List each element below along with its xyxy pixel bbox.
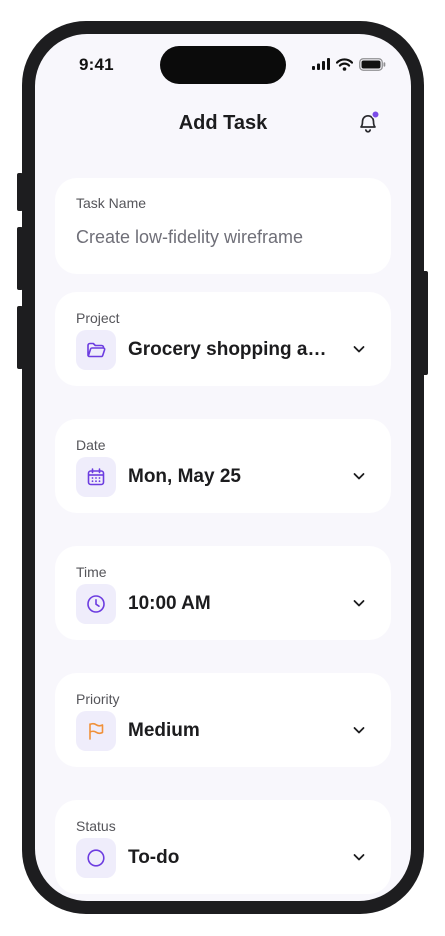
priority-label: Priority	[76, 691, 120, 707]
priority-icon-box	[76, 711, 116, 751]
time-icon-box	[76, 584, 116, 624]
project-value: Grocery shopping ap...	[128, 339, 333, 360]
priority-value: Medium	[128, 720, 200, 741]
chevron-down-icon[interactable]	[351, 722, 367, 738]
chevron-down-icon[interactable]	[351, 595, 367, 611]
project-card[interactable]: Project Grocery shopping ap...	[55, 292, 391, 386]
status-icons	[312, 57, 386, 71]
flag-icon	[89, 722, 104, 740]
status-time: 9:41	[79, 55, 114, 74]
dynamic-island	[160, 46, 286, 84]
time-card[interactable]: Time 10:00 AM	[55, 546, 391, 640]
chevron-down-icon[interactable]	[351, 849, 367, 865]
wifi-icon	[336, 57, 353, 71]
circle-icon	[87, 849, 105, 867]
header: Add Task	[35, 104, 411, 144]
chevron-down-icon[interactable]	[351, 341, 367, 357]
clock-icon	[87, 595, 105, 613]
phone-frame: 9:41 Add Task Task Name Create low-fidel…	[22, 21, 424, 914]
status-card[interactable]: Status To-do	[55, 800, 391, 894]
project-label: Project	[76, 310, 120, 326]
calendar-icon	[87, 468, 105, 486]
status-label: Status	[76, 818, 116, 834]
priority-card[interactable]: Priority Medium	[55, 673, 391, 767]
screen: 9:41 Add Task Task Name Create low-fidel…	[35, 34, 411, 901]
task-name-label: Task Name	[76, 195, 147, 211]
date-icon-box	[76, 457, 116, 497]
status-value: To-do	[128, 847, 180, 868]
notification-bell-icon[interactable]	[355, 110, 381, 136]
project-icon-box	[76, 330, 116, 370]
battery-icon	[359, 57, 386, 71]
chevron-down-icon[interactable]	[351, 468, 367, 484]
folder-icon	[87, 342, 106, 358]
date-value: Mon, May 25	[128, 466, 241, 487]
cellular-signal-icon	[312, 58, 330, 70]
status-bar: 9:41	[35, 34, 411, 94]
time-label: Time	[76, 564, 107, 580]
time-value: 10:00 AM	[128, 593, 211, 614]
date-label: Date	[76, 437, 106, 453]
task-name-card[interactable]: Task Name Create low-fidelity wireframe	[55, 178, 391, 274]
date-card[interactable]: Date Mon, May 25	[55, 419, 391, 513]
status-icon-box	[76, 838, 116, 878]
task-name-input[interactable]: Create low-fidelity wireframe	[76, 227, 303, 248]
